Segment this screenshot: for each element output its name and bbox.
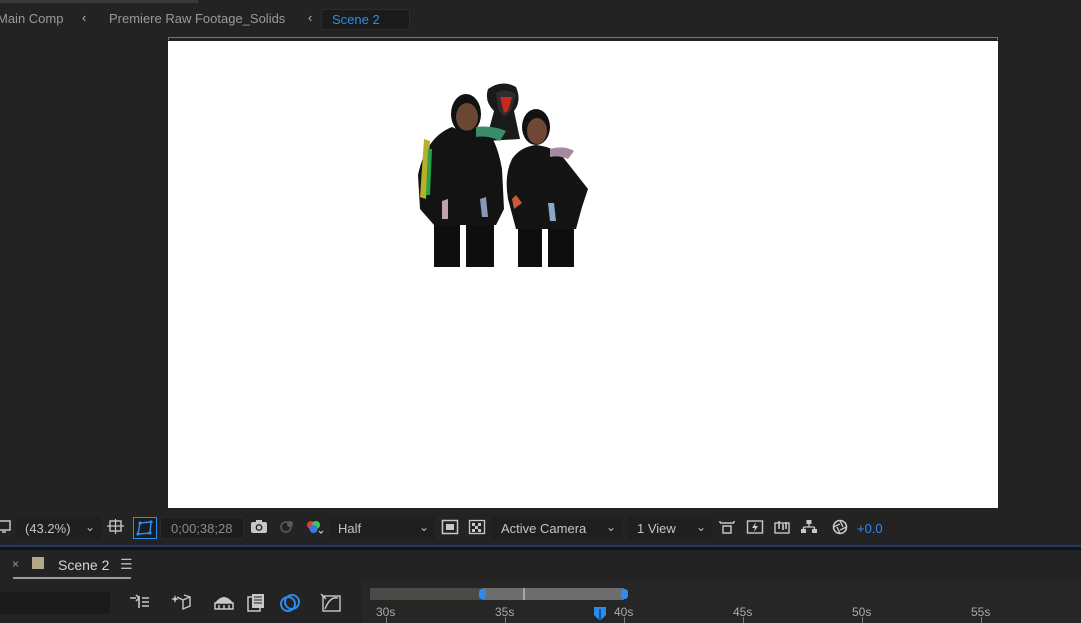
breadcrumb-scene-2[interactable]: Scene 2 [321, 9, 410, 30]
resolution-dropdown[interactable]: Half ⌄ [329, 517, 435, 539]
timeline-icon[interactable] [772, 517, 792, 539]
composition-canvas[interactable] [168, 41, 998, 508]
camera-snapshot-icon[interactable] [249, 517, 269, 539]
tab-highlight-line [0, 0, 198, 3]
magnification-dropdown[interactable]: (43.2%) ⌄ [16, 517, 101, 539]
label-color-swatch [32, 557, 44, 569]
breadcrumb-main-comp[interactable]: Main Comp [0, 11, 63, 26]
3d-view-dropdown[interactable]: Active Camera ⌄ [492, 517, 622, 539]
layer-search-input[interactable] [0, 592, 110, 614]
grid-guide-options-icon[interactable] [106, 517, 126, 539]
panel-menu-icon[interactable]: ☰ [120, 556, 133, 573]
comp-frame-edge [168, 37, 998, 40]
ruler-label: 45s [733, 605, 753, 619]
view-layout-dropdown[interactable]: 1 View ⌄ [628, 517, 712, 539]
region-of-interest-icon[interactable] [440, 517, 460, 539]
comp-mini-flowchart-icon[interactable] [128, 592, 152, 614]
view-layout-value: 1 View [637, 521, 676, 536]
ruler-label: 40s [614, 605, 634, 619]
timeline-tab-label: Scene 2 [58, 557, 110, 573]
camera-view-value: Active Camera [501, 521, 587, 536]
ruler-label: 30s [376, 605, 396, 619]
composition-viewer[interactable] [0, 37, 1081, 513]
timeline-panel: × Scene 2 ☰ 30s 35s 40s 45s 50s 55s [0, 550, 1081, 623]
chevron-down-icon: ⌄ [605, 520, 616, 534]
chevron-down-icon: ⌄ [418, 520, 429, 534]
time-navigator-end-handle[interactable] [621, 589, 628, 599]
chevron-down-icon: ⌄ [84, 520, 95, 534]
time-navigator-center-marker [523, 588, 525, 600]
viewer-toolbar: (43.2%) ⌄ 0;00;38;28 Half ⌄ Active Camer… [0, 513, 1081, 543]
time-navigator-range[interactable] [482, 588, 624, 600]
frame-blending-icon[interactable] [244, 592, 268, 614]
show-snapshot-icon[interactable] [276, 517, 296, 539]
exposure-value[interactable]: +0.0 [857, 517, 883, 539]
chevron-left-icon: ‹ [82, 10, 87, 25]
breadcrumb-premiere-raw-footage[interactable]: Premiere Raw Footage_Solids [109, 11, 285, 26]
time-navigator-start-handle[interactable] [479, 589, 486, 599]
comp-flowchart-icon[interactable] [799, 517, 819, 539]
resolution-value: Half [338, 521, 362, 536]
active-tab-underline [13, 577, 131, 579]
always-preview-icon[interactable] [0, 517, 14, 539]
ruler-label: 50s [852, 605, 872, 619]
fast-previews-icon[interactable] [745, 517, 765, 539]
motion-blur-icon[interactable] [278, 592, 302, 614]
draft-3d-icon[interactable] [170, 592, 194, 614]
toggle-pixel-aspect-icon[interactable] [717, 517, 737, 539]
show-channel-icon[interactable] [304, 517, 324, 539]
playhead-icon[interactable] [593, 606, 607, 623]
chevron-down-icon: ⌄ [695, 520, 706, 534]
people-image[interactable] [416, 79, 592, 267]
chevron-left-icon: ‹ [308, 10, 313, 25]
toggle-mask-visibility-icon[interactable] [133, 517, 157, 539]
transparency-grid-icon[interactable] [467, 517, 487, 539]
close-icon[interactable]: × [12, 557, 19, 571]
reset-exposure-icon[interactable] [830, 517, 850, 539]
composition-breadcrumb-bar: Main Comp ‹ Premiere Raw Footage_Solids … [0, 0, 1081, 37]
magnification-value: (43.2%) [25, 521, 71, 536]
current-time-display[interactable]: 0;00;38;28 [160, 517, 244, 539]
graph-editor-icon[interactable] [320, 592, 344, 614]
hide-shy-layers-icon[interactable] [212, 592, 236, 614]
tab-scene-2[interactable]: × Scene 2 ☰ [0, 550, 140, 580]
ruler-label: 35s [495, 605, 515, 619]
ruler-label: 55s [971, 605, 991, 619]
